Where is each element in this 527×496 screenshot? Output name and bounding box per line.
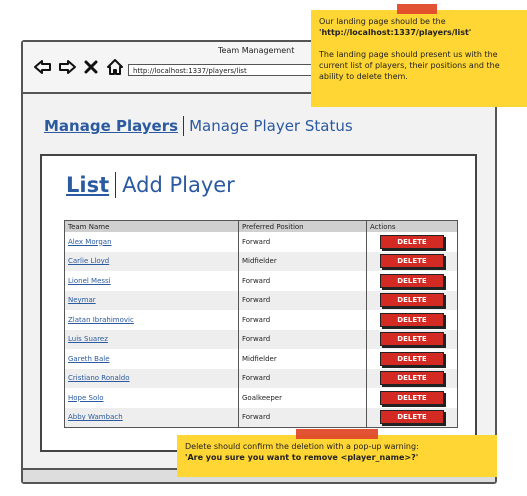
sub-nav: List Add Player: [66, 172, 235, 198]
home-icon[interactable]: [105, 58, 125, 76]
player-position: Forward: [238, 310, 367, 330]
table-row: Hope Solo Goalkeeper DELETE: [64, 388, 458, 408]
nav-manage-players[interactable]: Manage Players: [44, 117, 178, 135]
tab-list[interactable]: List: [66, 173, 109, 197]
delete-button[interactable]: DELETE: [380, 293, 444, 308]
player-name-link[interactable]: Luis Suarez: [68, 335, 108, 343]
header-team-name: Team Name: [64, 220, 239, 232]
delete-button[interactable]: DELETE: [380, 273, 444, 288]
table-row: Gareth Bale Midfielder DELETE: [64, 349, 458, 369]
player-position: Forward: [238, 407, 367, 428]
table-header-row: Team Name Preferred Position Actions: [64, 220, 458, 232]
sub-nav-separator: [115, 172, 117, 198]
nav-manage-player-status[interactable]: Manage Player Status: [189, 117, 353, 135]
back-arrow-icon[interactable]: [33, 58, 53, 76]
player-name-link[interactable]: Lionel Messi: [68, 277, 111, 285]
player-position: Forward: [238, 329, 367, 349]
player-name-link[interactable]: Neymar: [68, 296, 96, 304]
delete-button[interactable]: DELETE: [380, 410, 444, 425]
delete-button[interactable]: DELETE: [380, 351, 444, 366]
table-row: Alex Morgan Forward DELETE: [64, 232, 458, 252]
delete-button[interactable]: DELETE: [380, 371, 444, 386]
browser-nav-icons: [33, 58, 125, 76]
table-row: Neymar Forward DELETE: [64, 290, 458, 310]
player-name-link[interactable]: Carlie Lloyd: [68, 257, 109, 265]
player-position: Midfielder: [238, 251, 367, 271]
player-position: Forward: [238, 368, 367, 388]
table-row: Lionel Messi Forward DELETE: [64, 271, 458, 291]
url-bar[interactable]: http://localhost:1337/players/list: [128, 64, 328, 76]
note-text: Delete should confirm the deletion with …: [185, 442, 419, 451]
tape-strip: [296, 429, 378, 439]
sticky-note-landing-page: Our landing page should be the 'http://l…: [311, 4, 527, 107]
delete-button[interactable]: DELETE: [380, 390, 444, 405]
players-panel: List Add Player Team Name Preferred Posi…: [40, 154, 477, 452]
table-row: Luis Suarez Forward DELETE: [64, 329, 458, 349]
player-position: Forward: [238, 271, 367, 291]
player-name-link[interactable]: Cristiano Ronaldo: [68, 374, 130, 382]
note-text: The landing page should present us with …: [319, 50, 500, 81]
player-position: Midfielder: [238, 349, 367, 369]
table-row: Abby Wambach Forward DELETE: [64, 407, 458, 428]
player-position: Forward: [238, 232, 367, 252]
player-name-link[interactable]: Zlatan Ibrahimovic: [68, 316, 134, 324]
table-row: Zlatan Ibrahimovic Forward DELETE: [64, 310, 458, 330]
note-url: 'http://localhost:1337/players/list': [319, 28, 472, 37]
table-row: Cristiano Ronaldo Forward DELETE: [64, 368, 458, 388]
delete-button[interactable]: DELETE: [380, 254, 444, 269]
tab-add-player[interactable]: Add Player: [122, 173, 235, 197]
table-row: Carlie Lloyd Midfielder DELETE: [64, 251, 458, 271]
tape-strip: [397, 4, 437, 14]
delete-button[interactable]: DELETE: [380, 332, 444, 347]
player-name-link[interactable]: Gareth Bale: [68, 355, 110, 363]
delete-button[interactable]: DELETE: [380, 312, 444, 327]
players-table: Team Name Preferred Position Actions Ale…: [64, 220, 458, 428]
note-text: Our landing page should be the: [319, 17, 446, 26]
close-icon[interactable]: [81, 58, 101, 76]
window-title: Team Management: [218, 46, 295, 55]
header-actions: Actions: [366, 220, 458, 232]
players-table-body: Alex Morgan Forward DELETE Carlie Lloyd …: [64, 232, 458, 428]
nav-separator: [183, 116, 185, 136]
page-nav: Manage Players Manage Player Status: [44, 116, 353, 136]
forward-arrow-icon[interactable]: [57, 58, 77, 76]
player-name-link[interactable]: Abby Wambach: [68, 413, 123, 421]
player-position: Goalkeeper: [238, 388, 367, 408]
note-warning-text: 'Are you sure you want to remove <player…: [185, 453, 419, 462]
sticky-note-delete-confirm: Delete should confirm the deletion with …: [177, 429, 497, 477]
player-name-link[interactable]: Alex Morgan: [68, 238, 112, 246]
player-name-link[interactable]: Hope Solo: [68, 394, 103, 402]
player-position: Forward: [238, 290, 367, 310]
header-preferred-position: Preferred Position: [238, 220, 367, 232]
delete-button[interactable]: DELETE: [380, 234, 444, 249]
